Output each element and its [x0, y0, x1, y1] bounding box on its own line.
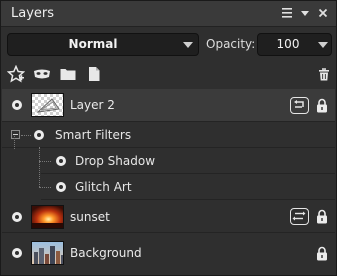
chevron-down-icon	[183, 42, 193, 48]
tree-connector	[39, 147, 40, 187]
mask-icon[interactable]	[32, 65, 52, 83]
lock-icon[interactable]	[316, 246, 328, 261]
layer-thumbnail	[31, 205, 64, 229]
layer-row[interactable]: Layer 2	[2, 89, 335, 122]
visibility-icon[interactable]	[12, 212, 22, 222]
filter-row[interactable]: Drop Shadow	[41, 149, 335, 174]
folder-icon[interactable]	[59, 65, 77, 83]
layer-row[interactable]: sunset	[2, 201, 335, 233]
menu-icon[interactable]	[279, 5, 295, 21]
triangle-down-icon[interactable]	[297, 5, 313, 21]
lock-icon[interactable]	[316, 98, 328, 113]
tree-connector	[21, 135, 31, 136]
layer-thumbnail	[31, 93, 64, 117]
filter-name: Drop Shadow	[75, 154, 156, 168]
visibility-icon[interactable]	[56, 156, 66, 166]
filter-row[interactable]: Glitch Art	[41, 175, 335, 200]
smart-filters-row[interactable]: Smart Filters	[2, 123, 335, 148]
smart-filters-label: Smart Filters	[55, 128, 132, 142]
collapse-toggle-icon[interactable]	[11, 130, 20, 139]
close-icon[interactable]	[315, 5, 331, 21]
opacity-field[interactable]: 100	[257, 33, 332, 56]
visibility-icon[interactable]	[12, 248, 22, 258]
smart-object-icon	[290, 97, 309, 114]
star-add-icon[interactable]	[6, 64, 26, 83]
blend-mode-value: Normal	[68, 37, 118, 51]
filter-name: Glitch Art	[75, 180, 132, 194]
layer-name: sunset	[70, 210, 110, 224]
tree-connector	[39, 187, 51, 188]
new-document-icon[interactable]	[85, 65, 103, 83]
layer-name: Layer 2	[70, 98, 115, 112]
trash-icon[interactable]	[315, 65, 333, 83]
panel-titlebar: Layers	[1, 1, 336, 27]
visibility-icon[interactable]	[34, 130, 44, 140]
layer-thumbnail	[31, 241, 64, 265]
tree-connector	[39, 161, 51, 162]
layer-name: Background	[70, 246, 142, 260]
smart-object-icon	[290, 208, 309, 225]
visibility-icon[interactable]	[12, 100, 22, 110]
tree-connector	[14, 136, 15, 149]
panel-title: Layers	[11, 6, 55, 21]
chevron-down-icon[interactable]	[318, 42, 328, 48]
layer-row[interactable]: Background	[2, 237, 335, 270]
lock-icon[interactable]	[316, 209, 328, 224]
layers-panel: Layers Normal Opacity: 100 Layer 2 Smart…	[0, 0, 337, 276]
opacity-label: Opacity:	[206, 37, 256, 51]
visibility-icon[interactable]	[56, 182, 66, 192]
blend-mode-select[interactable]: Normal	[7, 33, 199, 56]
opacity-value: 100	[276, 37, 300, 51]
